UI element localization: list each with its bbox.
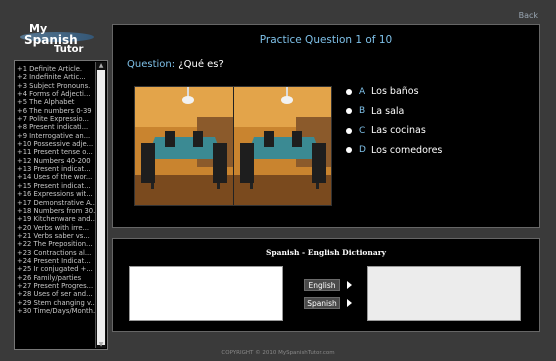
sidebar-lesson-item[interactable]: +26 Family/parties (17, 274, 95, 282)
sidebar-lesson-item[interactable]: +14 Uses of the wor... (17, 173, 95, 181)
sidebar-lesson-item[interactable]: +15 Present indicat... (17, 182, 95, 190)
answer-letter: B (359, 106, 366, 117)
sidebar-lesson-item[interactable]: +2 Indefinite Artic... (17, 73, 95, 81)
sidebar-lesson-item[interactable]: +4 Forms of Adjecti... (17, 90, 95, 98)
sidebar-lesson-item[interactable]: +5 The Alphabet (17, 98, 95, 106)
sidebar-lesson-item[interactable]: +22 The Preposition... (17, 240, 95, 248)
question-line: Question: ¿Qué es? (127, 59, 224, 70)
sidebar-lesson-item[interactable]: +1 Definite Article. (17, 65, 95, 73)
spanish-button-label: Spanish (304, 297, 340, 309)
sidebar-lesson-item[interactable]: +29 Stem changing v... (17, 299, 95, 307)
sidebar-lesson-item[interactable]: +11 Present tense o... (17, 148, 95, 156)
translate-spanish-button[interactable]: Spanish (304, 297, 352, 309)
bullet-icon (346, 147, 352, 154)
scroll-down-icon[interactable]: ▼ (96, 341, 106, 348)
sidebar-lesson-item[interactable]: +25 Ir conjugated +... (17, 265, 95, 273)
sidebar-lesson-item[interactable]: +9 Interrogative an... (17, 132, 95, 140)
answer-list: A Los baños B La sala C Las cocinas D Lo… (346, 82, 442, 160)
sidebar-lesson-item[interactable]: +21 Verbs saber vs... (17, 232, 95, 240)
sidebar-lesson-item[interactable]: +3 Subject Pronouns. (17, 82, 95, 90)
question-text: ¿Qué es? (178, 59, 224, 70)
logo-tutor: Tutor (54, 44, 84, 55)
answer-text: Los baños (371, 86, 419, 98)
answer-text: La sala (371, 105, 405, 117)
sidebar-lesson-item[interactable]: +12 Numbers 40-200 (17, 157, 95, 165)
sidebar-scrollbar[interactable]: ▲ ▼ (95, 62, 106, 348)
bullet-icon (346, 108, 352, 115)
sidebar-lesson-item[interactable]: +8 Present indicati... (17, 123, 95, 131)
sidebar-lesson-item[interactable]: +13 Present indicat... (17, 165, 95, 173)
answer-text: Las cocinas (371, 125, 426, 137)
bullet-icon (346, 88, 352, 95)
sidebar-lesson-item[interactable]: +27 Present Progres... (17, 282, 95, 290)
sidebar-lesson-item[interactable]: +16 Expressions wit... (17, 190, 95, 198)
dictionary-input-field[interactable] (129, 266, 283, 321)
scroll-up-icon[interactable]: ▲ (96, 62, 106, 69)
arrow-right-icon (347, 299, 352, 307)
arrow-right-icon (347, 281, 352, 289)
answer-option-c[interactable]: C Las cocinas (346, 121, 442, 141)
scrollbar-thumb[interactable] (97, 70, 105, 345)
answer-option-a[interactable]: A Los baños (346, 82, 442, 102)
dictionary-output-field (367, 266, 521, 321)
photo-left-half (135, 87, 233, 205)
dining-room-photo (134, 86, 332, 206)
sidebar-lesson-item[interactable]: +23 Contractions al... (17, 249, 95, 257)
copyright-text: COPYRIGHT © 2010 MySpanishTutor.com (221, 350, 335, 356)
translate-english-button[interactable]: English (304, 279, 352, 291)
sidebar-lesson-item[interactable]: +6 The numbers 0-39 (17, 107, 95, 115)
dictionary-panel: Spanish - English Dictionary English Spa… (112, 238, 540, 332)
sidebar-lesson-item[interactable]: +30 Time/Days/Month... (17, 307, 95, 315)
dictionary-title: Spanish - English Dictionary (265, 248, 387, 257)
sidebar-lesson-item[interactable]: +20 Verbs with irre... (17, 224, 95, 232)
sidebar-lesson-item[interactable]: +18 Numbers from 30... (17, 207, 95, 215)
lesson-sidebar: +1 Definite Article. +2 Indefinite Artic.… (14, 60, 108, 350)
answer-letter: A (359, 86, 366, 97)
question-panel: Practice Question 1 of 10 Question: ¿Qué… (112, 24, 540, 228)
photo-right-half (234, 87, 331, 205)
answer-text: Los comedores (371, 144, 443, 156)
answer-option-b[interactable]: B La sala (346, 102, 442, 122)
question-label: Question: (127, 59, 176, 70)
sidebar-lesson-item[interactable]: +19 Kitchenware and... (17, 215, 95, 223)
bullet-icon (346, 127, 352, 134)
answer-letter: D (359, 145, 366, 156)
sidebar-lesson-item[interactable]: +24 Present Indicat... (17, 257, 95, 265)
sidebar-lesson-item[interactable]: +17 Demonstrative A... (17, 199, 95, 207)
sidebar-lesson-item[interactable]: +28 Uses of ser and... (17, 290, 95, 298)
back-link[interactable]: Back (519, 11, 538, 20)
logo: My Spanish Tutor (14, 22, 106, 56)
english-button-label: English (304, 279, 340, 291)
answer-letter: C (359, 125, 366, 136)
answer-option-d[interactable]: D Los comedores (346, 141, 442, 161)
sidebar-lesson-item[interactable]: +10 Possessive adje... (17, 140, 95, 148)
sidebar-lesson-item[interactable]: +7 Polite Expressio... (17, 115, 95, 123)
lesson-list: +1 Definite Article. +2 Indefinite Artic.… (15, 61, 107, 315)
question-title: Practice Question 1 of 10 (259, 34, 393, 46)
